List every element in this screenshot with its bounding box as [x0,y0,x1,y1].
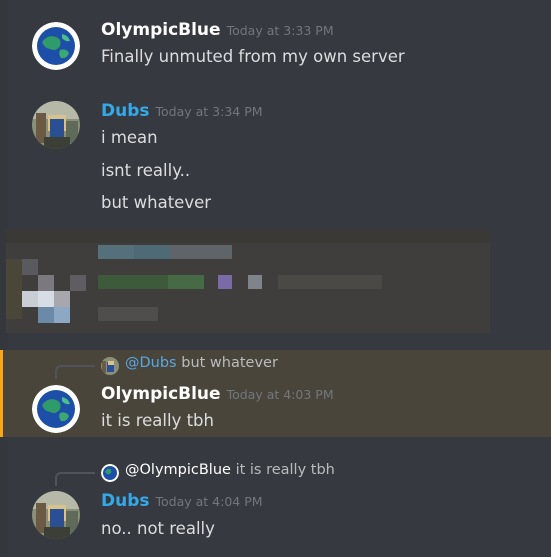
username[interactable]: Dubs [101,101,150,121]
username[interactable]: OlympicBlue [101,20,221,40]
message-text: i mean [101,128,158,147]
reply-mention[interactable]: @Dubs [125,355,177,371]
message-text: no.. not really [101,519,215,538]
roblox-avatar-icon [101,357,119,375]
chat-window: OlympicBlue Today at 3:33 PM Finally unmu… [0,0,551,557]
timestamp: Today at 4:03 PM [226,387,334,402]
reply-preview: it is really tbh [235,462,335,478]
globe-avatar-icon[interactable] [32,385,80,433]
globe-avatar-icon[interactable] [32,22,80,70]
message-text: Finally unmuted from my own server [101,47,405,66]
timestamp: Today at 4:04 PM [155,494,263,509]
redacted-message [6,229,490,333]
message-text: isnt really.. [101,161,191,180]
roblox-avatar-icon[interactable] [32,101,80,149]
reply-preview: but whatever [181,355,278,371]
timestamp: Today at 3:33 PM [226,23,334,38]
message-text: it is really tbh [101,411,214,430]
timestamp: Today at 3:34 PM [155,104,263,119]
reply-spine [55,365,95,379]
username[interactable]: OlympicBlue [101,384,221,404]
roblox-avatar-icon[interactable] [32,491,80,539]
username[interactable]: Dubs [101,491,150,511]
reply-spine [55,472,95,486]
globe-avatar-icon [101,464,119,482]
message-text: but whatever [101,193,212,212]
mention-highlight-bar [0,350,3,437]
reply-mention[interactable]: @OlympicBlue [125,462,231,478]
